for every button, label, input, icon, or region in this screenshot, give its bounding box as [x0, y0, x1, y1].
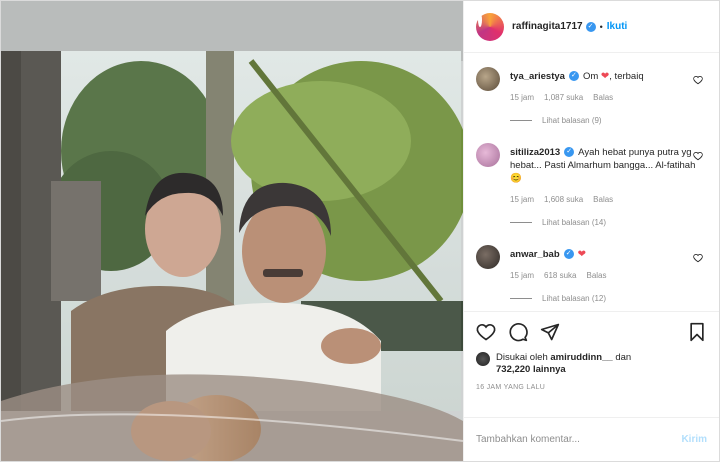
comment-username[interactable]: anwar_bab	[510, 249, 560, 260]
view-replies-label: Lihat balasan (12)	[542, 294, 607, 303]
comment-likes[interactable]: 618 suka	[544, 271, 576, 280]
comment-meta: 15 jam 1,608 suka Balas	[510, 195, 696, 204]
verified-icon: ✓	[564, 147, 575, 158]
comment-username[interactable]: tya_ariestya	[510, 71, 565, 82]
add-comment-bar: Tambahkan komentar... Kirim	[464, 417, 719, 461]
commenter-avatar[interactable]	[476, 245, 500, 269]
view-replies-button[interactable]: Lihat balasan (14)	[510, 218, 696, 227]
view-replies-label: Lihat balasan (9)	[542, 116, 602, 125]
comment-time[interactable]: 15 jam	[510, 271, 534, 280]
like-comment-heart-icon[interactable]	[693, 253, 703, 263]
comment-likes[interactable]: 1,608 suka	[544, 195, 583, 204]
comment-username[interactable]: sitiliza2013	[510, 147, 560, 158]
liker-avatar[interactable]	[476, 352, 490, 366]
verified-icon: ✓	[563, 249, 574, 260]
header-separator: •	[599, 21, 603, 32]
action-icons	[476, 320, 707, 344]
comment-time[interactable]: 15 jam	[510, 195, 534, 204]
verified-icon: ✓	[568, 71, 579, 82]
post-comment-button[interactable]: Kirim	[681, 434, 707, 445]
verified-icon: ✓	[585, 21, 596, 32]
view-replies-button[interactable]: Lihat balasan (9)	[510, 116, 696, 125]
reply-button[interactable]: Balas	[593, 93, 613, 102]
liked-by-conj: dan	[615, 352, 632, 363]
comment-item: sitiliza2013 ✓ Ayah hebat punya putra yg h…	[476, 143, 707, 227]
replies-divider	[510, 222, 532, 223]
view-replies-label: Lihat balasan (14)	[542, 218, 607, 227]
comment-text-after: , terbaiq	[609, 71, 644, 82]
comment-item: tya_ariestya ✓ Om ❤, terbaiq 15 jam 1,087 s…	[476, 67, 707, 125]
reply-button[interactable]: Balas	[586, 271, 606, 280]
comment-meta: 15 jam 618 suka Balas	[510, 271, 696, 280]
comment-likes[interactable]: 1,087 suka	[544, 93, 583, 102]
comment-icon[interactable]	[508, 322, 528, 342]
profile-avatar[interactable]	[476, 12, 504, 41]
comment-time[interactable]: 15 jam	[510, 93, 534, 102]
post-sidebar: raffinagita1717 ✓ • Ikuti tya_ariestya ✓ O…	[463, 1, 719, 461]
add-comment-input[interactable]: Tambahkan komentar...	[476, 434, 681, 445]
like-comment-heart-icon[interactable]	[693, 75, 703, 85]
comment-item: anwar_bab ✓ ❤ 15 jam 618 suka Balas Lihat ba…	[476, 245, 707, 303]
commenter-avatar[interactable]	[476, 67, 500, 91]
share-icon[interactable]	[540, 322, 560, 342]
replies-divider	[510, 298, 532, 299]
follow-button[interactable]: Ikuti	[607, 21, 628, 32]
photo-illustration	[1, 1, 463, 461]
comments-list: tya_ariestya ✓ Om ❤, terbaiq 15 jam 1,087 s…	[464, 53, 719, 311]
instagram-post-window: raffinagita1717 ✓ • Ikuti tya_ariestya ✓ O…	[0, 0, 720, 462]
replies-divider	[510, 120, 532, 121]
post-username[interactable]: raffinagita1717	[512, 21, 583, 32]
commenter-avatar[interactable]	[476, 143, 500, 167]
liked-by-prefix: Disukai oleh	[496, 352, 548, 363]
post-actions: Disukai oleh amiruddinn__ dan 732,220 la…	[464, 311, 719, 417]
bookmark-icon[interactable]	[687, 322, 707, 342]
liker-username[interactable]: amiruddinn__	[550, 352, 612, 363]
view-replies-button[interactable]: Lihat balasan (12)	[510, 294, 696, 303]
post-timestamp[interactable]: 16 JAM YANG LALU	[476, 384, 707, 391]
likes-summary: Disukai oleh amiruddinn__ dan 732,220 la…	[476, 352, 707, 376]
smile-emoji: 😊	[510, 173, 522, 184]
reply-button[interactable]: Balas	[593, 195, 613, 204]
like-comment-heart-icon[interactable]	[693, 151, 703, 161]
heart-emoji: ❤	[577, 249, 587, 260]
post-photo[interactable]	[1, 1, 463, 461]
post-header: raffinagita1717 ✓ • Ikuti	[464, 1, 719, 53]
comment-meta: 15 jam 1,087 suka Balas	[510, 93, 696, 102]
likes-count[interactable]: 732,220 lainnya	[496, 364, 566, 375]
heart-icon[interactable]	[476, 322, 496, 342]
comment-text: Om	[582, 71, 599, 82]
